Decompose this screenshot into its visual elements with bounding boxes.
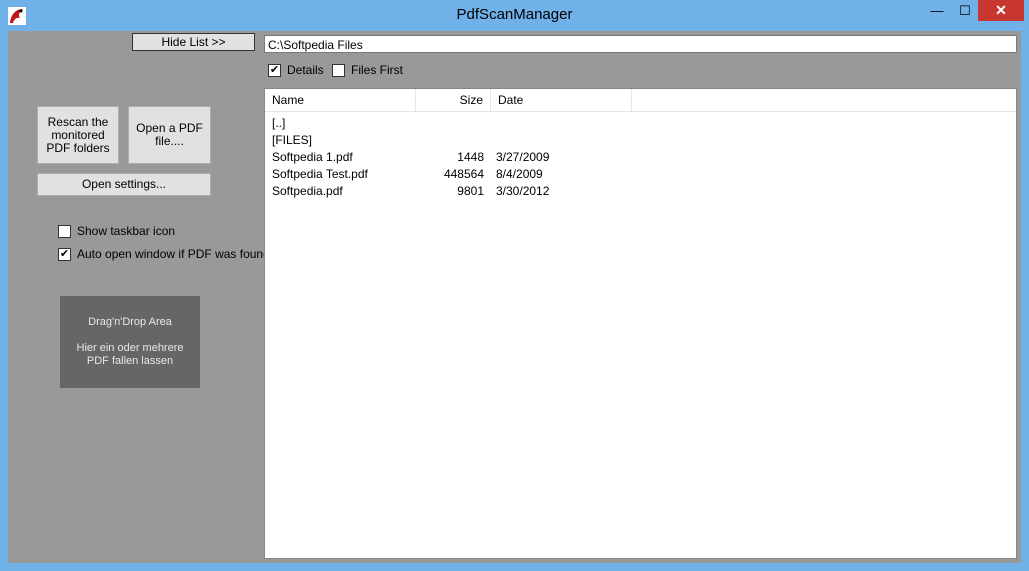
cell-name: Softpedia Test.pdf	[272, 167, 368, 181]
column-header-date[interactable]: Date	[491, 89, 632, 111]
cell-name: Softpedia 1.pdf	[272, 150, 353, 164]
client-area: Hide List >> C:\Softpedia Files ✔ Detail…	[8, 31, 1021, 563]
open-pdf-button[interactable]: Open a PDF file....	[128, 106, 211, 164]
list-item[interactable]: [FILES]	[265, 132, 1016, 149]
open-settings-button[interactable]: Open settings...	[37, 173, 211, 196]
minimize-button[interactable]: —	[922, 0, 952, 21]
cell-size: 9801	[457, 184, 484, 198]
auto-open-label: Auto open window if PDF was found	[77, 247, 270, 261]
cell-size: 448564	[443, 167, 484, 181]
files-first-label: Files First	[351, 63, 403, 77]
files-first-option[interactable]: Files First	[332, 63, 403, 77]
details-option[interactable]: ✔ Details	[268, 63, 324, 77]
drag-drop-line-1: Hier ein oder mehrere	[76, 342, 184, 354]
rescan-folders-button[interactable]: Rescan the monitored PDF folders	[37, 106, 119, 164]
cell-name: Softpedia.pdf	[272, 184, 343, 198]
cell-date: 3/30/2012	[496, 184, 550, 198]
list-item[interactable]: [..]	[265, 115, 1016, 132]
close-button[interactable]: ✕	[978, 0, 1024, 21]
auto-open-checkbox[interactable]: ✔	[58, 247, 71, 261]
list-item[interactable]: Softpedia Test.pdf 448564 8/4/2009	[265, 166, 1016, 183]
file-list[interactable]: Name Size Date [..] [FILES] Softpedia 1.pd…	[264, 88, 1017, 559]
drag-drop-title: Drag'n'Drop Area	[88, 316, 172, 328]
drag-drop-text: Hier ein oder mehrere PDF fallen lassen	[60, 342, 200, 368]
app-window: PdfScanManager — ☐ ✕ Hide List >> C:\Sof…	[0, 0, 1029, 571]
column-header-size[interactable]: Size	[416, 89, 491, 111]
auto-open-option[interactable]: ✔ Auto open window if PDF was found	[58, 247, 270, 261]
cell-date: 3/27/2009	[496, 150, 550, 164]
cell-name: [FILES]	[272, 133, 313, 147]
details-label: Details	[287, 63, 324, 77]
column-header-name[interactable]: Name	[265, 89, 416, 111]
cell-date: 8/4/2009	[496, 167, 543, 181]
show-taskbar-label: Show taskbar icon	[77, 224, 176, 238]
folder-path-field[interactable]: C:\Softpedia Files	[264, 35, 1017, 53]
list-header: Name Size Date	[265, 89, 1016, 112]
files-first-checkbox[interactable]	[332, 63, 345, 77]
maximize-button[interactable]: ☐	[952, 0, 978, 21]
show-taskbar-checkbox[interactable]	[58, 224, 71, 238]
window-title: PdfScanManager	[456, 6, 573, 23]
list-item[interactable]: Softpedia.pdf 9801 3/30/2012	[265, 183, 1016, 200]
drag-drop-line-2: PDF fallen lassen	[86, 355, 174, 367]
cell-name: [..]	[272, 116, 286, 130]
cell-size: 1448	[457, 150, 484, 164]
show-taskbar-option[interactable]: Show taskbar icon	[58, 224, 175, 238]
list-item[interactable]: Softpedia 1.pdf 1448 3/27/2009	[265, 149, 1016, 166]
title-bar[interactable]: PdfScanManager — ☐ ✕	[0, 0, 1029, 31]
drag-drop-area[interactable]: Drag'n'Drop Area Hier ein oder mehrere P…	[60, 296, 200, 388]
hide-list-button[interactable]: Hide List >>	[132, 33, 255, 51]
details-checkbox[interactable]: ✔	[268, 63, 281, 77]
